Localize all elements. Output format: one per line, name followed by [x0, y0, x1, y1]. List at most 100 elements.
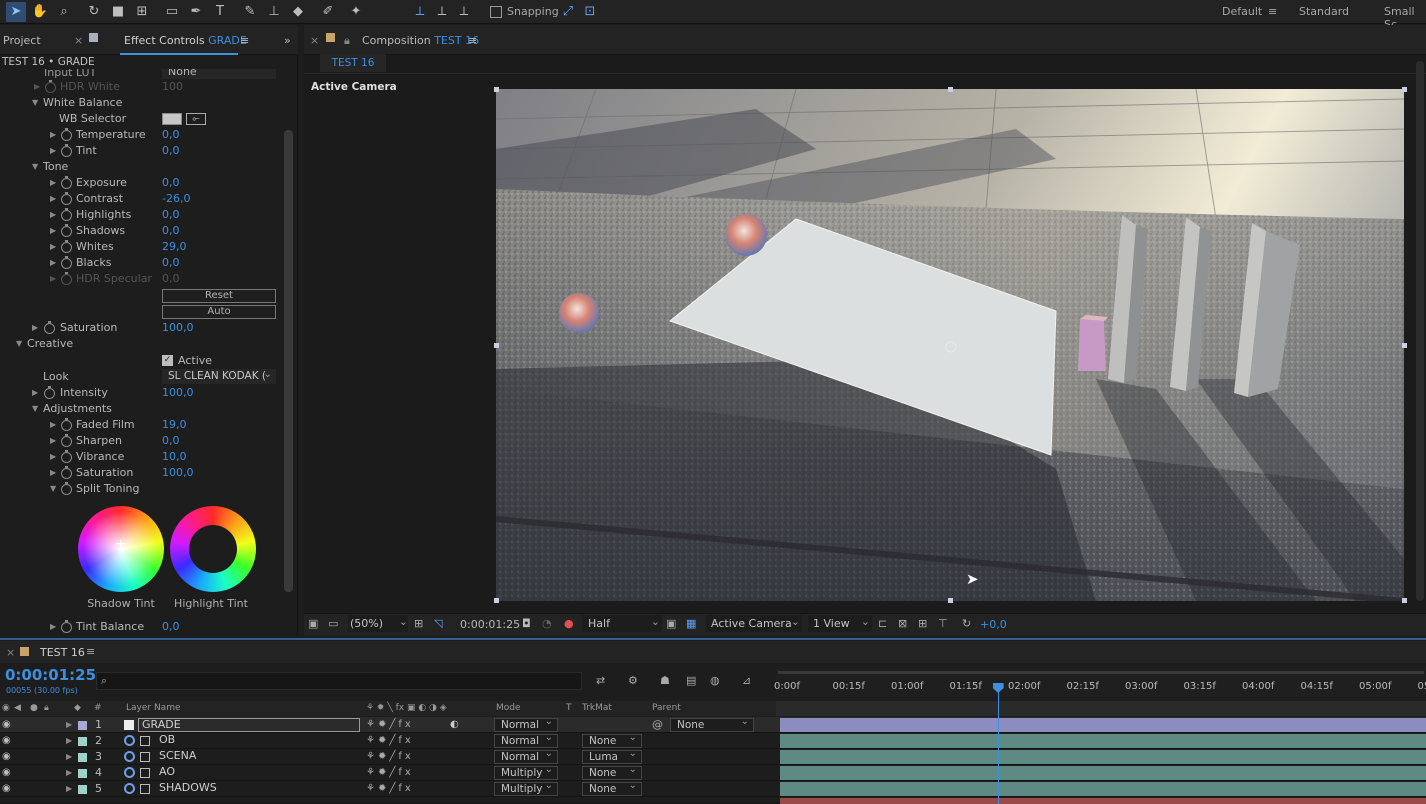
eye-icon[interactable]: ◉	[2, 749, 11, 765]
stopwatch-icon[interactable]	[61, 240, 72, 253]
layer-duration-bar[interactable]	[780, 782, 1426, 796]
transparency-grid-icon[interactable]: ▦	[686, 617, 696, 630]
vibrance-value[interactable]: 10,0	[162, 449, 187, 465]
world-axis-mode-icon[interactable]: ⟂	[432, 2, 452, 22]
resolution-dropdown[interactable]: Half ⌄	[582, 615, 662, 632]
layer-name[interactable]: AO	[156, 766, 356, 780]
snap-points-icon[interactable]: ⊡	[580, 2, 600, 22]
puppet-pin-tool-icon[interactable]: ✦	[346, 2, 366, 22]
mask-visibility-icon[interactable]: ◹	[434, 617, 442, 630]
stopwatch-icon[interactable]	[45, 80, 56, 93]
track-matte-dropdown[interactable]: None	[582, 780, 642, 796]
layer-switches-icon[interactable]: ⚘✹╱fx	[366, 717, 414, 733]
graph-editor-icon[interactable]: ⊿	[742, 674, 751, 687]
flowchart-icon[interactable]: ⊤	[938, 617, 948, 630]
fast-previews-icon[interactable]: ⊠	[898, 617, 907, 630]
time-ruler[interactable]: 0:00f 00:15f 01:00f 01:15f 02:00f 02:15f 03:00…	[774, 667, 1426, 697]
adjustments-group[interactable]: ▼ Adjustments	[0, 401, 298, 417]
reset-exposure-icon[interactable]: ↻	[962, 617, 971, 630]
safe-zones-icon[interactable]: ⊞	[414, 617, 423, 630]
adjustment-switch-icon[interactable]: ◐	[450, 717, 459, 733]
snapping-checkbox[interactable]	[490, 6, 502, 18]
transform-handle[interactable]	[1402, 87, 1407, 92]
blend-mode-dropdown[interactable]: Multiply	[494, 764, 558, 780]
layer-row[interactable]: ◉ ▶ 3 SCENA ⚘✹╱fx Normal Luma	[0, 748, 1426, 765]
faded-film-value[interactable]: 19,0	[162, 417, 187, 433]
timeline-search-input[interactable]: ⌕	[96, 672, 582, 690]
stopwatch-icon[interactable]	[61, 208, 72, 221]
layer-switches-icon[interactable]: ⚘✹╱fx	[366, 749, 414, 765]
layer-label-color[interactable]	[78, 769, 87, 778]
camera-dropdown[interactable]: Active Camera ⌄	[706, 615, 802, 632]
track-matte-dropdown[interactable]: None	[582, 732, 642, 748]
composition-mini-flowchart-icon[interactable]: ⇄	[596, 674, 605, 687]
zoom-dropdown[interactable]: (50%) ⌄	[348, 615, 408, 632]
column-mode[interactable]: Mode	[496, 701, 521, 716]
transform-handle[interactable]	[494, 598, 499, 603]
temperature-value[interactable]: 0,0	[162, 127, 180, 143]
stopwatch-icon[interactable]	[61, 176, 72, 189]
look-dropdown[interactable]: SL CLEAN KODAK (⌄	[162, 369, 276, 384]
local-axis-mode-icon[interactable]: ⟂	[410, 2, 430, 22]
workspace-standard[interactable]: Standard	[1299, 5, 1349, 18]
transform-handle[interactable]	[1402, 598, 1407, 603]
close-icon[interactable]: ×	[310, 34, 319, 47]
expand-arrow-icon[interactable]: ▶	[66, 733, 72, 749]
panel-menu-icon[interactable]: ≡	[86, 645, 95, 658]
clone-stamp-tool-icon[interactable]: ⊥	[264, 2, 284, 22]
highlights-value[interactable]: 0,0	[162, 207, 180, 223]
rectangle-tool-icon[interactable]: ▭	[162, 2, 182, 22]
pan-behind-tool-icon[interactable]: ⊞	[132, 2, 152, 22]
stopwatch-icon[interactable]	[61, 128, 72, 141]
stopwatch-icon[interactable]	[61, 272, 72, 285]
layer-name[interactable]: OB	[156, 734, 356, 748]
layer-duration-bar[interactable]	[780, 750, 1426, 764]
toggle-pixel-aspect-icon[interactable]: ⊏	[878, 617, 887, 630]
stopwatch-icon[interactable]	[61, 418, 72, 431]
track-matte-dropdown[interactable]: None	[582, 764, 642, 780]
viewer-scrollbar[interactable]	[1416, 61, 1424, 601]
camera-tool-icon[interactable]: ■	[108, 2, 128, 22]
motion-blur-icon[interactable]: ◍	[710, 674, 720, 687]
eye-icon[interactable]: ◉	[2, 733, 11, 749]
expand-arrow-icon[interactable]: ▶	[34, 79, 40, 95]
creative-group[interactable]: ▼ Creative	[0, 336, 298, 352]
snapshot-icon[interactable]: ◘	[522, 617, 531, 630]
blacks-value[interactable]: 0,0	[162, 255, 180, 271]
transform-handle[interactable]	[948, 87, 953, 92]
highlight-tint-wheel[interactable]	[170, 506, 256, 592]
tab-project[interactable]: Project	[3, 34, 41, 47]
layer-name[interactable]: GRADE	[138, 718, 360, 732]
saturation-value[interactable]: 100,0	[162, 320, 194, 336]
stopwatch-icon[interactable]	[61, 434, 72, 447]
shy-layers-icon[interactable]: ☗	[660, 674, 670, 687]
view-axis-mode-icon[interactable]: ⟂	[454, 2, 474, 22]
layer-row[interactable]: ◉ ▶ 1 GRADE ⚘✹╱fx ◐ Normal @ None	[0, 716, 1426, 733]
auto-button[interactable]: Auto	[162, 305, 276, 319]
channel-icon[interactable]: ●	[564, 617, 574, 630]
stopwatch-icon[interactable]	[61, 144, 72, 157]
transform-handle[interactable]	[494, 343, 499, 348]
layer-row[interactable]: ◉ ▶ 4 AO ⚘✹╱fx Multiply None	[0, 764, 1426, 781]
transform-handle[interactable]	[948, 598, 953, 603]
transform-handle[interactable]	[494, 87, 499, 92]
reset-button[interactable]: Reset	[162, 289, 276, 303]
layer-row[interactable]: ◉ ▶ 5 SHADOWS ⚘✹╱fx Multiply None	[0, 780, 1426, 797]
stopwatch-icon[interactable]	[61, 482, 72, 495]
pen-tool-icon[interactable]: ✒	[186, 2, 206, 22]
eyedropper-icon[interactable]: ⟜	[186, 113, 206, 125]
column-trkmat[interactable]: TrkMat	[582, 701, 612, 716]
frame-blending-icon[interactable]: ▤	[686, 674, 696, 687]
timeline-icon[interactable]: ⊞	[918, 617, 927, 630]
draft-3d-icon[interactable]: ⚙	[628, 674, 638, 687]
close-icon[interactable]: ×	[74, 34, 83, 47]
playhead[interactable]	[992, 683, 1004, 804]
layer-switches-icon[interactable]: ⚘✹╱fx	[366, 733, 414, 749]
workspace-default[interactable]: Default	[1222, 5, 1262, 18]
selection-tool-icon[interactable]: ➤	[6, 2, 26, 22]
monitor-icon[interactable]: ▭	[328, 617, 338, 630]
current-time[interactable]: 0:00:01:25	[460, 618, 520, 631]
layer-name[interactable]: SHADOWS	[156, 782, 356, 796]
layer-duration-bar[interactable]	[780, 766, 1426, 780]
expand-arrow-icon[interactable]: ▶	[66, 765, 72, 781]
